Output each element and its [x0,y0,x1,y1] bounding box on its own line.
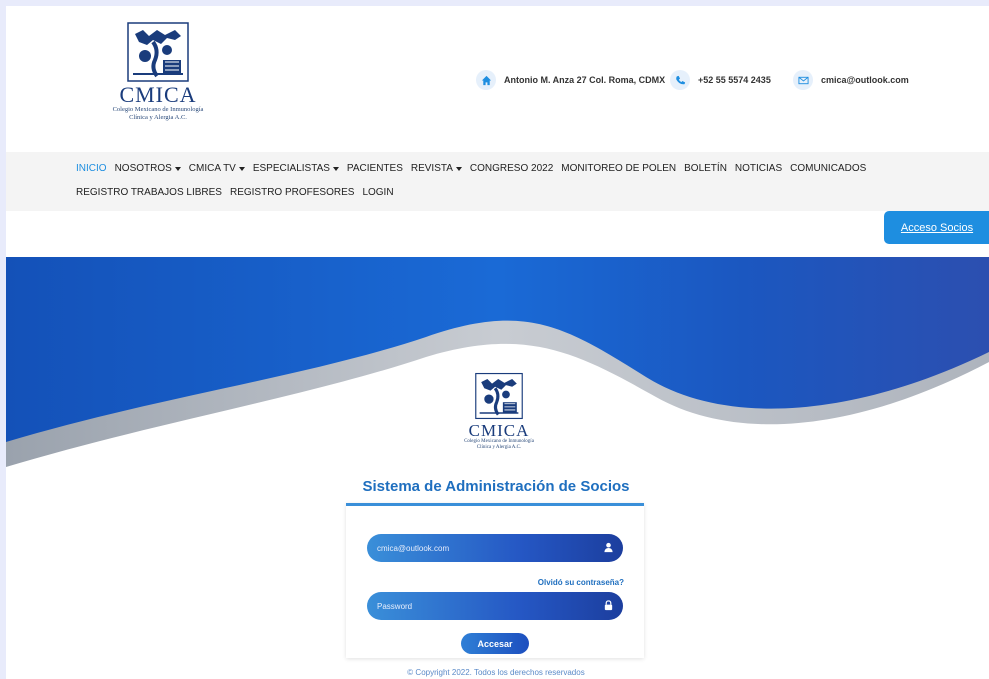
nav-item-inicio[interactable]: INICIO [76,163,107,174]
nav-row-1: INICIO NOSOTROS CMICA TV ESPECIALISTAS P… [76,163,874,174]
accesar-button[interactable]: Accesar [461,633,529,654]
email-text: cmica@outlook.com [821,75,909,85]
logo-subtitle-2: Clínica y Alergia A.C. [129,114,187,121]
password-placeholder: Password [377,601,413,611]
contact-email[interactable]: cmica@outlook.com [793,70,909,90]
email-input[interactable]: cmica@outlook.com [367,534,623,562]
copyright-text: © Copyright 2022. Todos los derechos res… [407,668,585,677]
home-icon [476,70,496,90]
page: CMICA Colegio Mexicano de Inmunología Cl… [6,6,989,679]
caret-down-icon [238,166,245,171]
nav-item-especialistas[interactable]: ESPECIALISTAS [253,163,339,174]
nav-item-noticias[interactable]: NOTICIAS [735,163,782,174]
password-input[interactable]: Password [367,592,623,620]
lock-icon [604,600,613,611]
user-icon [604,542,613,553]
nav-item-nosotros[interactable]: NOSOTROS [115,163,181,174]
nav-item-revista[interactable]: REVISTA [411,163,462,174]
site-logo[interactable]: CMICA Colegio Mexicano de Inmunología Cl… [90,22,226,122]
caret-down-icon [332,166,339,171]
header: CMICA Colegio Mexicano de Inmunología Cl… [6,6,989,152]
hero-logo-wordmark: CMICA [468,421,530,440]
nav-item-comunicados[interactable]: COMUNICADOS [790,163,866,174]
cmica-emblem-icon [127,22,189,82]
nav-item-registro-profesores[interactable]: REGISTRO PROFESORES [230,187,354,198]
nav-item-login[interactable]: LOGIN [362,187,393,198]
contact-address: Antonio M. Anza 27 Col. Roma, CDMX [476,70,665,90]
hero-logo-subtitle-2: Clínica y Alergia A.C. [476,445,522,450]
address-text: Antonio M. Anza 27 Col. Roma, CDMX [504,75,666,85]
login-card: cmica@outlook.com Olvidó su contraseña? … [346,503,644,658]
contact-phone[interactable]: +52 55 5574 2435 [670,70,771,90]
nav-item-pacientes[interactable]: PACIENTES [347,163,403,174]
nav-item-registro-trabajos[interactable]: REGISTRO TRABAJOS LIBRES [76,187,222,198]
email-input-value: cmica@outlook.com [377,543,450,553]
acceso-socios-button[interactable]: Acceso Socios [884,211,989,244]
envelope-icon [793,70,813,90]
nav-item-congreso[interactable]: CONGRESO 2022 [470,163,553,174]
login-title: Sistema de Administración de Socios [362,478,630,495]
phone-icon [670,70,690,90]
phone-text: +52 55 5574 2435 [698,75,771,85]
logo-subtitle-1: Colegio Mexicano de Inmunología [112,106,204,113]
nav-item-monitoreo-polen[interactable]: MONITOREO DE POLEN [561,163,676,174]
nav-item-cmica-tv[interactable]: CMICA TV [189,163,245,174]
nav-item-boletin[interactable]: BOLETÍN [684,163,727,174]
caret-down-icon [174,166,181,171]
hero-logo: CMICA Colegio Mexicano de Inmunología Cl… [444,372,554,451]
logo-wordmark: CMICA [119,82,197,107]
forgot-password-link[interactable]: Olvidó su contraseña? [538,578,624,587]
cmica-emblem-icon [475,372,523,420]
caret-down-icon [455,166,462,171]
nav-row-2: REGISTRO TRABAJOS LIBRES REGISTRO PROFES… [76,187,402,198]
main-navigation: INICIO NOSOTROS CMICA TV ESPECIALISTAS P… [6,152,989,211]
